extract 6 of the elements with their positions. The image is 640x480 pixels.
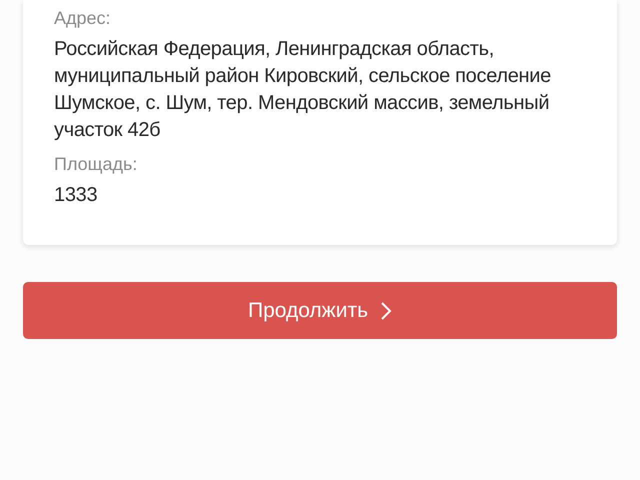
chevron-right-icon: [380, 300, 392, 320]
field-label: Площадь:: [54, 153, 138, 176]
field-value: 1333: [54, 183, 98, 208]
continue-button[interactable]: Продолжить: [23, 282, 617, 339]
field-value: Российская Федерация, Ленинградская область, муниципальный район Кировский, сельское поселение Шумское, с. Шум, тер. Мендовский массив, земельный участок 42б: [54, 37, 552, 143]
field-label: Адрес:: [54, 7, 112, 30]
